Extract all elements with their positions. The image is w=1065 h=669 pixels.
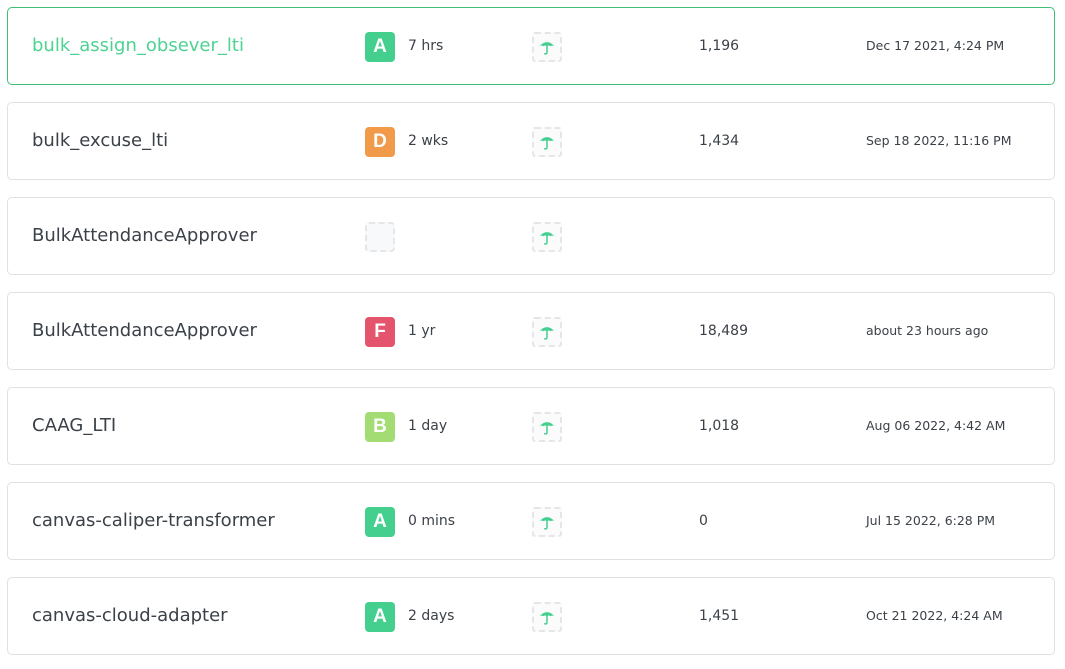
lines-of-code: 1,018 — [699, 418, 740, 434]
maintainability-time: 0 mins — [408, 513, 456, 529]
test-coverage-badge — [532, 222, 562, 252]
maintainability-time: 2 days — [408, 608, 455, 624]
maintainability-grade-badge: B — [365, 412, 395, 442]
last-updated: Dec 17 2021, 4:24 PM — [866, 38, 1005, 53]
lines-of-code: 1,451 — [699, 608, 740, 624]
repo-name[interactable]: BulkAttendanceApprover — [32, 198, 257, 274]
umbrella-icon — [539, 612, 555, 625]
maintainability-grade-badge: F — [365, 317, 395, 347]
test-coverage-badge — [532, 317, 562, 347]
maintainability-time: 7 hrs — [408, 38, 444, 54]
last-updated: Aug 06 2022, 4:42 AM — [866, 418, 1006, 433]
repo-name[interactable]: bulk_assign_obsever_lti — [32, 8, 244, 84]
maintainability-grade-badge — [365, 222, 395, 252]
maintainability-grade-badge: A — [365, 32, 395, 62]
last-updated: about 23 hours ago — [866, 323, 989, 338]
test-coverage-badge — [532, 412, 562, 442]
maintainability-grade-badge: A — [365, 602, 395, 632]
maintainability-time: 1 yr — [408, 323, 436, 339]
repo-row[interactable]: BulkAttendanceApprover — [7, 197, 1055, 275]
repo-row[interactable]: bulk_excuse_lti D 2 wks 1,434 Sep 18 202… — [7, 102, 1055, 180]
last-updated: Oct 21 2022, 4:24 AM — [866, 608, 1003, 623]
maintainability-time: 1 day — [408, 418, 448, 434]
umbrella-icon — [539, 137, 555, 150]
umbrella-icon — [539, 422, 555, 435]
repo-row[interactable]: canvas-caliper-transformer A 0 mins 0 Ju… — [7, 482, 1055, 560]
repo-name[interactable]: CAAG_LTI — [32, 388, 116, 464]
lines-of-code: 0 — [699, 513, 708, 529]
maintainability-grade-badge: D — [365, 127, 395, 157]
umbrella-icon — [539, 327, 555, 340]
lines-of-code: 1,196 — [699, 38, 740, 54]
repo-row[interactable]: BulkAttendanceApprover F 1 yr 18,489 abo… — [7, 292, 1055, 370]
umbrella-icon — [539, 517, 555, 530]
lines-of-code: 18,489 — [699, 323, 748, 339]
repo-row[interactable]: bulk_assign_obsever_lti A 7 hrs 1,196 De… — [7, 7, 1055, 85]
repo-row[interactable]: canvas-cloud-adapter A 2 days 1,451 Oct … — [7, 577, 1055, 655]
maintainability-time: 2 wks — [408, 133, 449, 149]
repo-name[interactable]: bulk_excuse_lti — [32, 103, 168, 179]
repo-name[interactable]: canvas-cloud-adapter — [32, 578, 228, 654]
test-coverage-badge — [532, 602, 562, 632]
test-coverage-badge — [532, 32, 562, 62]
lines-of-code: 1,434 — [699, 133, 740, 149]
repo-name[interactable]: BulkAttendanceApprover — [32, 293, 257, 369]
repository-list: bulk_assign_obsever_lti A 7 hrs 1,196 De… — [0, 0, 1065, 669]
test-coverage-badge — [532, 127, 562, 157]
last-updated: Jul 15 2022, 6:28 PM — [866, 513, 996, 528]
repo-name[interactable]: canvas-caliper-transformer — [32, 483, 275, 559]
maintainability-grade-badge: A — [365, 507, 395, 537]
test-coverage-badge — [532, 507, 562, 537]
last-updated: Sep 18 2022, 11:16 PM — [866, 133, 1012, 148]
umbrella-icon — [539, 42, 555, 55]
umbrella-icon — [539, 232, 555, 245]
repo-row[interactable]: CAAG_LTI B 1 day 1,018 Aug 06 2022, 4:42… — [7, 387, 1055, 465]
